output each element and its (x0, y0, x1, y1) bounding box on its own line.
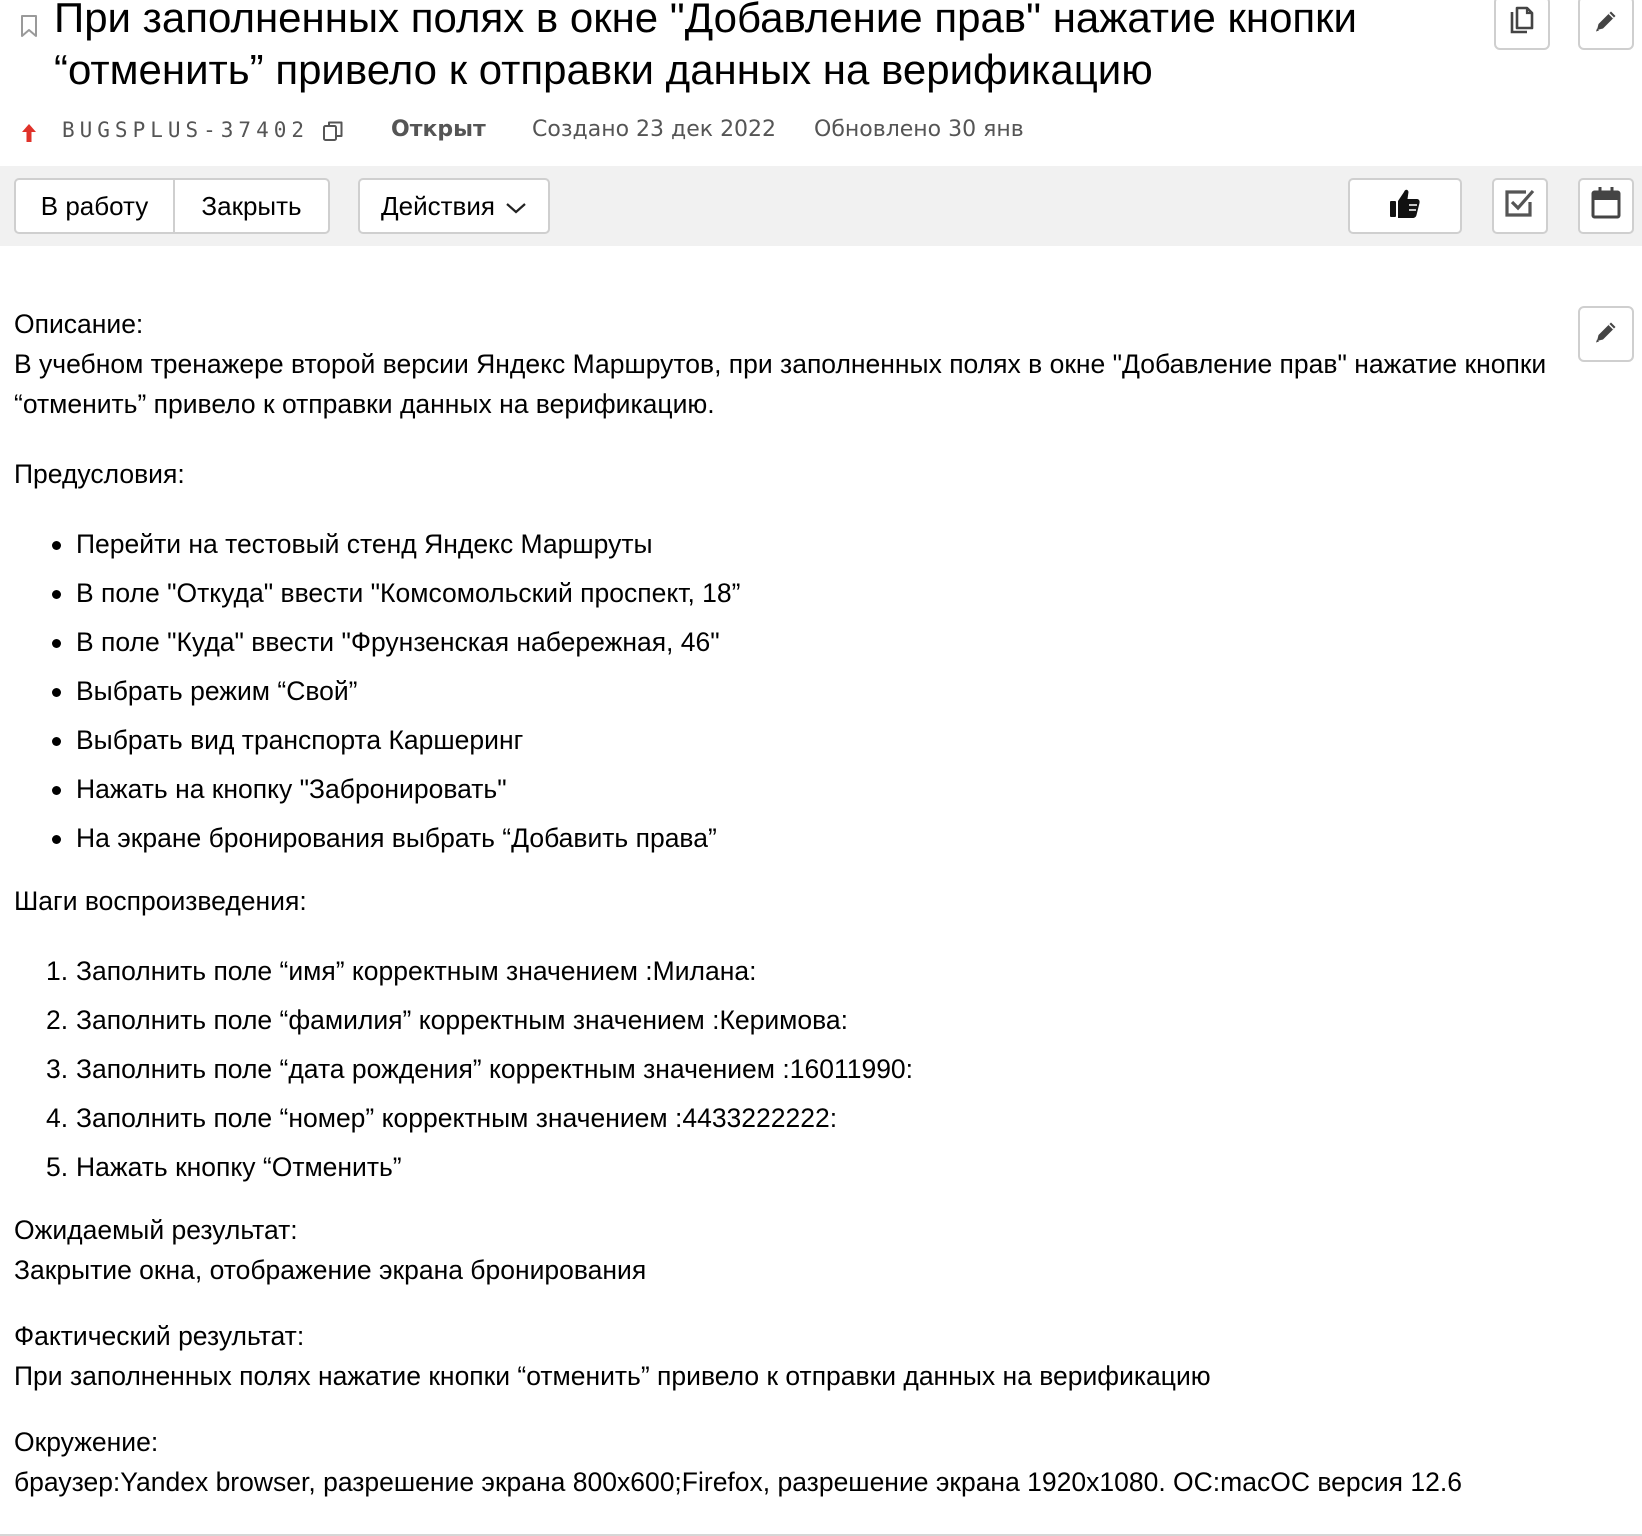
list-item-text: В поле "Куда" ввести "Фрунзенская набере… (76, 627, 720, 657)
description-text: В учебном тренажере второй версии Яндекс… (14, 349, 1547, 419)
step-number: 5. (46, 1152, 69, 1182)
created-date: Создано 23 дек 2022 (532, 117, 777, 142)
step-number: 1. (46, 956, 69, 986)
step-text: Заполнить поле “имя” корректным значение… (76, 956, 757, 986)
bookmark-icon[interactable] (19, 14, 39, 38)
expected-text: Закрытие окна, отображение экрана бронир… (14, 1255, 647, 1285)
steps-list: 1. Заполнить поле “имя” корректным значен… (14, 947, 1574, 1192)
in-progress-button[interactable]: В работу (14, 178, 175, 234)
preconditions-list: Перейти на тестовый стенд Яндекс Маршрут… (14, 520, 1574, 863)
list-item: Выбрать режим “Свой” (14, 667, 1574, 716)
checklist-button[interactable] (1492, 178, 1548, 234)
actions-dropdown[interactable]: Действия (358, 178, 550, 234)
checkbox-icon (1503, 186, 1537, 227)
chevron-down-icon (505, 191, 527, 222)
list-item: 4. Заполнить поле “номер” корректным знач… (14, 1094, 1574, 1143)
list-item-text: Выбрать вид транспорта Каршеринг (76, 725, 524, 755)
list-item: В поле "Куда" ввести "Фрунзенская набере… (14, 618, 1574, 667)
copy-key-icon[interactable] (322, 120, 344, 142)
list-item: 2. Заполнить поле “фамилия” корректным зн… (14, 996, 1574, 1045)
updated-date: Обновлено 30 янв (814, 117, 1024, 142)
list-item-text: Нажать на кнопку "Забронировать" (76, 774, 507, 804)
list-item: Нажать на кнопку "Забронировать" (14, 765, 1574, 814)
edit-description-button[interactable] (1578, 306, 1634, 362)
copy-title-button[interactable] (1494, 0, 1550, 50)
pencil-icon (1592, 318, 1620, 351)
step-number: 3. (46, 1054, 69, 1084)
expected-heading: Ожидаемый результат: (14, 1215, 298, 1245)
step-number: 4. (46, 1103, 69, 1133)
actual-heading: Фактический результат: (14, 1321, 305, 1351)
status-label[interactable]: Открыт (391, 112, 486, 148)
list-item-text: Выбрать режим “Свой” (76, 676, 358, 706)
toolbar: В работу Закрыть Действия (0, 166, 1642, 246)
issue-description: Описание: В учебном тренажере второй вер… (14, 304, 1574, 1502)
calendar-icon (1590, 186, 1622, 227)
list-item: 3. Заполнить поле “дата рождения” коррект… (14, 1045, 1574, 1094)
list-item: В поле "Откуда" ввести "Комсомольский пр… (14, 569, 1574, 618)
edit-title-button[interactable] (1578, 0, 1634, 50)
list-item-text: Перейти на тестовый стенд Яндекс Маршрут… (76, 529, 653, 559)
actions-dropdown-label: Действия (381, 190, 495, 221)
environment-heading: Окружение: (14, 1427, 159, 1457)
list-item-text: На экране бронирования выбрать “Добавить… (76, 823, 717, 853)
copy-icon (1508, 6, 1536, 41)
preconditions-heading: Предусловия: (14, 459, 185, 489)
issue-title: При заполненных полях в окне "Добавление… (54, 0, 1358, 93)
thumbs-up-icon (1388, 186, 1422, 227)
arrow-up-icon (20, 121, 38, 142)
step-text: Заполнить поле “дата рождения” корректны… (76, 1054, 914, 1084)
steps-heading: Шаги воспроизведения: (14, 886, 307, 916)
environment-text: браузер:Yandex browser, разрешение экран… (14, 1467, 1462, 1497)
step-text: Нажать кнопку “Отменить” (76, 1152, 402, 1182)
list-item: Перейти на тестовый стенд Яндекс Маршрут… (14, 520, 1574, 569)
list-item-text: В поле "Откуда" ввести "Комсомольский пр… (76, 578, 741, 608)
list-item: 1. Заполнить поле “имя” корректным значен… (14, 947, 1574, 996)
list-item: 5. Нажать кнопку “Отменить” (14, 1143, 1574, 1192)
in-progress-button-label: В работу (40, 190, 149, 221)
step-text: Заполнить поле “фамилия” корректным знач… (76, 1005, 849, 1035)
pencil-icon (1592, 7, 1620, 40)
close-button[interactable]: Закрыть (173, 178, 330, 234)
like-button[interactable] (1348, 178, 1462, 234)
list-item: Выбрать вид транспорта Каршеринг (14, 716, 1574, 765)
list-item: На экране бронирования выбрать “Добавить… (14, 814, 1574, 863)
step-text: Заполнить поле “номер” корректным значен… (76, 1103, 838, 1133)
calendar-button[interactable] (1578, 178, 1634, 234)
issue-key[interactable]: BUGSPLUS-37402 (62, 112, 309, 148)
close-button-label: Закрыть (201, 190, 302, 221)
actual-text: При заполненных полях нажатие кнопки “от… (14, 1361, 1211, 1391)
description-heading: Описание: (14, 309, 144, 339)
issue-meta: BUGSPLUS-37402 Открыт Создано 23 дек 202… (0, 112, 1642, 148)
step-number: 2. (46, 1005, 69, 1035)
